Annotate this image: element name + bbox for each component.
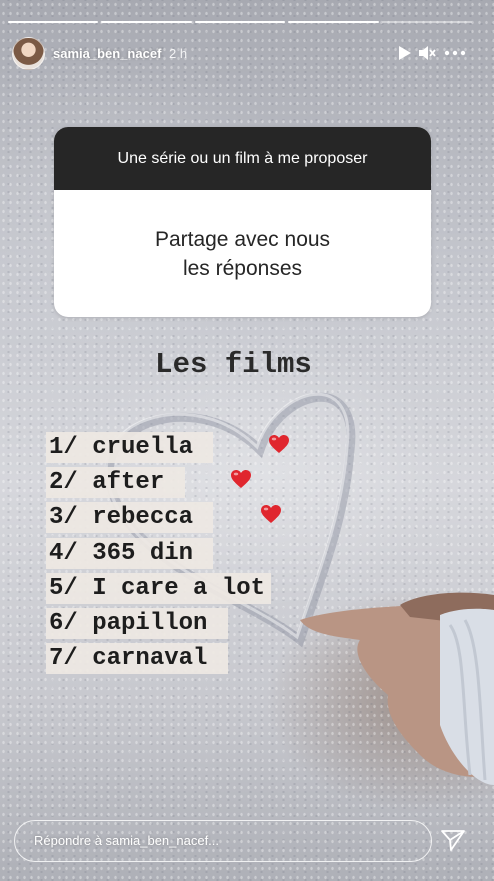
play-icon[interactable] — [394, 43, 414, 63]
hand-image — [300, 592, 494, 785]
story-progress-bar — [8, 21, 473, 23]
username[interactable]: samia_ben_nacef — [53, 46, 161, 61]
progress-segment — [288, 21, 379, 23]
reply-input[interactable]: Répondre à samia_ben_nacef... — [14, 820, 432, 862]
avatar[interactable] — [12, 37, 45, 70]
film-item: 6/ papillon — [46, 608, 228, 639]
film-item: 5/ I care a lot — [46, 572, 272, 604]
story-viewer[interactable]: samia_ben_nacef 2 h Une série ou un film… — [0, 0, 494, 881]
heart-emoji-icon — [269, 435, 289, 453]
question-answer-button[interactable]: Partage avec nous les réponses — [54, 190, 431, 317]
progress-segment — [194, 21, 286, 23]
send-icon[interactable] — [440, 828, 466, 852]
question-prompt: Une série ou un film à me proposer — [54, 127, 431, 190]
mute-icon[interactable] — [417, 43, 437, 63]
film-item: 1/ cruella — [46, 432, 214, 463]
heart-emoji-icon — [261, 505, 281, 524]
reply-placeholder: Répondre à samia_ben_nacef... — [34, 833, 220, 848]
film-item: 3/ rebecca — [46, 502, 214, 534]
progress-segment — [8, 21, 99, 23]
film-item: 4/ 365 din — [46, 537, 214, 569]
film-item: 2/ after — [46, 467, 185, 499]
progress-segment — [101, 21, 192, 23]
question-sticker[interactable]: Une série ou un film à me proposer Parta… — [54, 127, 431, 317]
heart-emoji-icon — [231, 470, 251, 489]
post-time: 2 h — [169, 46, 188, 61]
film-item: 7/ carnaval — [46, 643, 228, 675]
more-icon[interactable] — [444, 43, 466, 63]
films-title: Les films — [155, 348, 312, 381]
story-header: samia_ben_nacef 2 h — [12, 37, 482, 70]
progress-segment — [381, 21, 473, 23]
